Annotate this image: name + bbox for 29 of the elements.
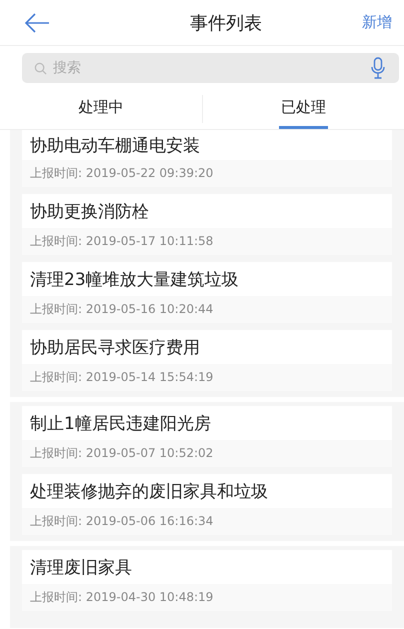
search-field[interactable]: 搜索 <box>22 53 399 83</box>
report-time: 上报时间: 2019-05-07 10:52:02 <box>22 440 392 467</box>
event-card[interactable]: 协助居民寻求医疗费用 上报时间: 2019-05-14 15:54:19 <box>22 330 392 391</box>
report-time: 上报时间: 2019-05-22 09:39:20 <box>22 160 392 187</box>
page-title: 事件列表 <box>190 12 262 34</box>
back-arrow-icon[interactable] <box>24 12 50 32</box>
add-link[interactable]: 新增 <box>362 13 392 32</box>
search-icon <box>34 62 47 74</box>
event-title: 协助居民寻求医疗费用 <box>22 330 392 364</box>
report-time: 上报时间: 2019-05-06 16:16:34 <box>22 508 392 535</box>
report-time: 上报时间: 2019-04-30 10:48:19 <box>22 584 392 611</box>
event-card[interactable]: 协助电动车棚通电安装 上报时间: 2019-05-22 09:39:20 <box>22 130 392 187</box>
event-card[interactable]: 处理装修抛弃的废旧家具和垃圾 上报时间: 2019-05-06 16:16:34 <box>22 474 392 535</box>
report-time: 上报时间: 2019-05-17 10:11:58 <box>22 228 392 255</box>
event-title: 清理废旧家具 <box>22 550 392 584</box>
microphone-icon[interactable] <box>371 57 385 79</box>
event-card[interactable]: 制止1幢居民违建阳光房 上报时间: 2019-05-07 10:52:02 <box>22 406 392 467</box>
report-time: 上报时间: 2019-05-14 15:54:19 <box>22 364 392 391</box>
event-card[interactable]: 清理23幢堆放大量建筑垃圾 上报时间: 2019-05-16 10:20:44 <box>22 262 392 323</box>
event-title: 清理23幢堆放大量建筑垃圾 <box>22 262 392 296</box>
event-title: 处理装修抛弃的废旧家具和垃圾 <box>22 474 392 508</box>
search-field[interactable]: 搜索 <box>53 60 365 76</box>
event-title: 制止1幢居民违建阳光房 <box>22 406 392 440</box>
event-card[interactable]: 清理废旧家具 上报时间: 2019-04-30 10:48:19 <box>22 550 392 611</box>
event-title: 协助电动车棚通电安装 <box>22 130 392 160</box>
event-title: 协助更换消防栓 <box>22 194 392 228</box>
tab[interactable]: 处理中 <box>76 89 126 129</box>
report-time: 上报时间: 2019-05-16 10:20:44 <box>22 296 392 323</box>
event-card[interactable]: 协助更换消防栓 上报时间: 2019-05-17 10:11:58 <box>22 194 392 255</box>
